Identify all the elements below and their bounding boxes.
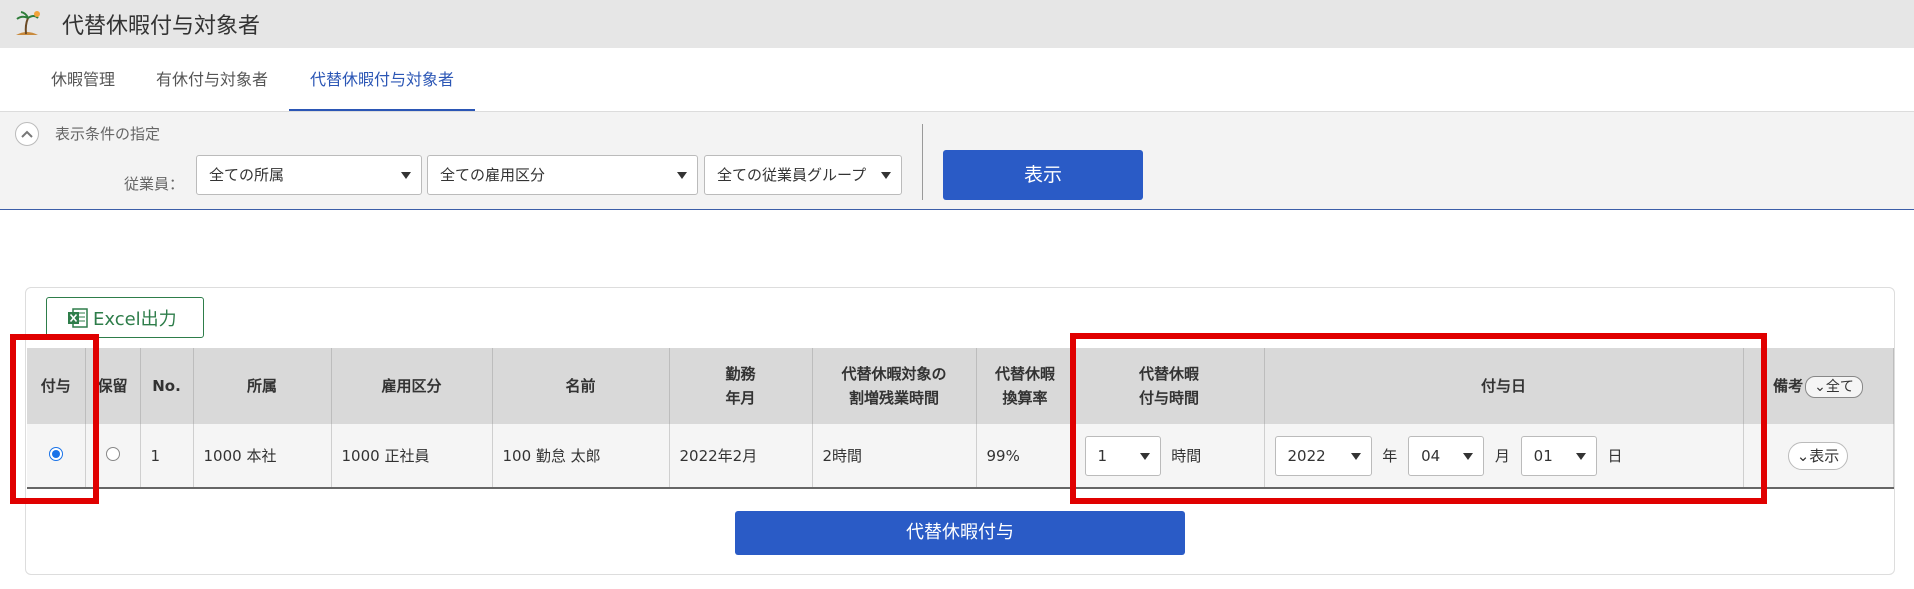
header-rate: 代替休暇 換算率 <box>976 348 1075 424</box>
filter-panel: 表示条件の指定 従業員： 全ての所属 全ての雇用区分 全ての従業員グループ 表示 <box>0 111 1914 210</box>
header-rate-line1: 代替休暇 <box>994 365 1055 383</box>
highlight-box-grant-column <box>10 334 99 504</box>
row-work-month: 2022年2月 <box>669 424 813 489</box>
employee-label: 従業員： <box>124 175 185 193</box>
chevron-up-icon <box>21 130 33 138</box>
header-work-month-line1: 勤務 <box>725 365 756 383</box>
excel-export-button[interactable]: Excel出力 <box>46 297 204 338</box>
row-name: 100 勤怠 太郎 <box>492 424 670 489</box>
tab-bar: 休暇管理 有休付与対象者 代替休暇付与対象者 <box>0 48 1914 111</box>
excel-icon <box>68 307 88 328</box>
row-no: 1 <box>140 424 194 489</box>
header-rate-line2: 換算率 <box>1002 389 1048 407</box>
header-work-month: 勤務 年月 <box>669 348 813 424</box>
caret-down-icon <box>881 172 891 179</box>
header-employment-type: 雇用区分 <box>331 348 493 424</box>
row-overtime: 2時間 <box>812 424 977 489</box>
header-remarks-label: 備考 <box>1773 377 1804 395</box>
employment-type-value: 全ての雇用区分 <box>440 166 546 184</box>
hold-radio[interactable] <box>105 446 120 461</box>
collapse-button[interactable] <box>15 122 39 146</box>
highlight-box-grant-settings <box>1070 333 1767 504</box>
tab-paid-leave-targets[interactable]: 有休付与対象者 <box>150 48 274 111</box>
employee-group-select[interactable]: 全ての従業員グループ <box>704 155 902 195</box>
excel-export-label: Excel出力 <box>93 308 177 330</box>
row-rate: 99% <box>976 424 1075 489</box>
expand-all-button[interactable]: ⌄全て <box>1805 376 1863 398</box>
caret-down-icon <box>401 172 411 179</box>
remarks-show-button[interactable]: ⌄表示 <box>1787 441 1849 470</box>
tab-substitute-leave-targets[interactable]: 代替休暇付与対象者 <box>289 48 475 111</box>
employee-group-value: 全ての従業員グループ <box>717 166 867 184</box>
header-work-month-line2: 年月 <box>725 389 756 407</box>
affiliation-select[interactable]: 全ての所属 <box>196 155 422 195</box>
header-name: 名前 <box>492 348 670 424</box>
header-overtime-line2: 割増残業時間 <box>848 389 939 407</box>
expand-all-label: 全て <box>1825 379 1854 395</box>
island-palm-icon <box>16 11 40 35</box>
header-no: No. <box>140 348 194 424</box>
tab-leave-management[interactable]: 休暇管理 <box>40 48 126 111</box>
header-affiliation: 所属 <box>193 348 332 424</box>
remarks-show-label: 表示 <box>1809 446 1840 465</box>
header-overtime-line1: 代替休暇対象の <box>841 365 947 383</box>
filter-section-label: 表示条件の指定 <box>55 125 161 143</box>
affiliation-value: 全ての所属 <box>209 166 285 184</box>
row-employment-type: 1000 正社員 <box>331 424 493 489</box>
title-bar: 代替休暇付与対象者 <box>0 0 1914 48</box>
show-button[interactable]: 表示 <box>943 150 1143 200</box>
page-title: 代替休暇付与対象者 <box>62 14 261 39</box>
row-affiliation: 1000 本社 <box>193 424 332 489</box>
caret-down-icon <box>677 172 687 179</box>
header-overtime: 代替休暇対象の 割増残業時間 <box>812 348 977 424</box>
employment-type-select[interactable]: 全ての雇用区分 <box>427 155 698 195</box>
divider <box>922 124 923 200</box>
grant-substitute-leave-button[interactable]: 代替休暇付与 <box>735 511 1185 555</box>
